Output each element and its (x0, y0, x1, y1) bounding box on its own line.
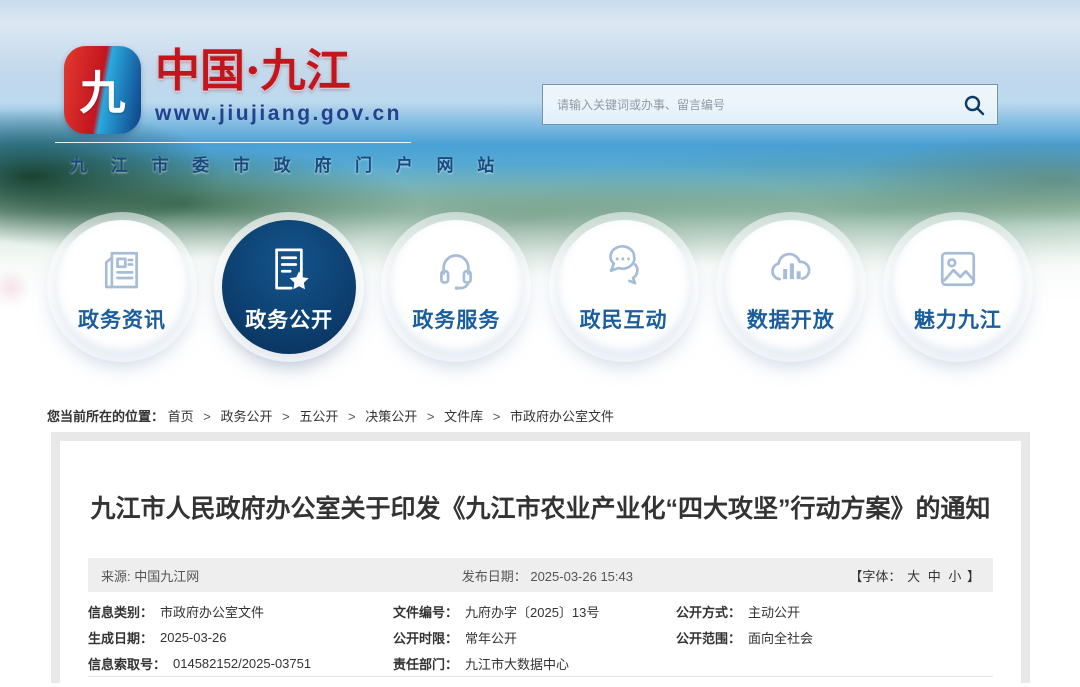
nav-item-label: 政民互动 (580, 304, 668, 334)
cloud-chart-icon (763, 240, 819, 296)
document-star-icon (262, 240, 316, 296)
meta-value: 市政府办公室文件 (160, 602, 264, 621)
nav-item-label: 政务资讯 (78, 304, 166, 334)
nav-item-zhengmin-hudong[interactable]: 政民互动 (557, 220, 691, 354)
font-widget-suffix: 】 (967, 569, 980, 584)
meta-cell-disclosure-period: 公开时限： 常年公开 (393, 628, 676, 647)
document-meta-table: 信息类别： 市政府办公室文件 文件编号： 九府办字〔2025〕13号 公开方式：… (88, 592, 993, 677)
logo-texts: 中国·九江 www.jiujiang.gov.cn (155, 46, 402, 126)
meta-label: 公开范围： (676, 628, 741, 647)
breadcrumb-label: 您当前所在的位置： (47, 409, 164, 424)
meta-value: 014582152/2025-03751 (173, 656, 311, 671)
meta-row: 生成日期： 2025-03-26 公开时限： 常年公开 公开范围： 面向全社会 (88, 624, 993, 650)
header-divider (55, 142, 411, 143)
meta-label: 文件编号： (393, 602, 458, 621)
nav-item-meili-jiujiang[interactable]: 魅力九江 (891, 220, 1025, 354)
breadcrumb-item-current[interactable]: 市政府办公室文件 (510, 409, 614, 424)
search-input[interactable] (543, 85, 951, 124)
breadcrumb-separator: > (493, 409, 501, 424)
meta-row: 信息类别： 市政府办公室文件 文件编号： 九府办字〔2025〕13号 公开方式：… (88, 598, 993, 624)
nav-item-shuju-kaifang[interactable]: 数据开放 (724, 220, 858, 354)
search-bar (542, 84, 998, 125)
source-label: 来源: (101, 569, 131, 584)
source-value: 中国九江网 (134, 569, 199, 584)
site-logo[interactable]: 九 中国·九江 www.jiujiang.gov.cn (64, 46, 402, 134)
meta-value: 九江市大数据中心 (465, 654, 569, 673)
meta-label: 信息类别： (88, 602, 153, 621)
breadcrumb-item-juece-gongkai[interactable]: 决策公开 (365, 409, 417, 424)
logo-glyph: 九 (64, 46, 141, 134)
meta-value: 2025-03-26 (160, 630, 227, 645)
meta-cell-disclosure-scope: 公开范围： 面向全社会 (676, 628, 993, 647)
nav-item-label: 数据开放 (747, 304, 835, 334)
publish-value: 2025-03-26 15:43 (530, 569, 633, 584)
meta-label: 责任部门： (393, 654, 458, 673)
site-url: www.jiujiang.gov.cn (155, 102, 402, 126)
breadcrumb-item-zhengwu-gongkai[interactable]: 政务公开 (221, 409, 273, 424)
meta-value: 主动公开 (748, 602, 800, 621)
meta-label: 公开时限： (393, 628, 458, 647)
meta-value: 九府办字〔2025〕13号 (465, 602, 599, 621)
search-button[interactable] (951, 85, 997, 124)
article-title: 九江市人民政府办公室关于印发《九江市农业产业化“四大攻坚”行动方案》的通知 (88, 493, 993, 526)
main-nav: 政务资讯 政务公开 (0, 220, 1080, 354)
breadcrumb-item-home[interactable]: 首页 (168, 409, 194, 424)
breadcrumb-item-wenjianku[interactable]: 文件库 (444, 409, 483, 424)
newspaper-icon (95, 240, 149, 296)
font-size-large-button[interactable]: 大 (907, 569, 920, 584)
font-size-medium-button[interactable]: 中 (928, 569, 941, 584)
breadcrumb: 您当前所在的位置： 首页 > 政务公开 > 五公开 > 决策公开 > 文件库 >… (0, 392, 1080, 432)
nav-item-zhengwu-zixun[interactable]: 政务资讯 (55, 220, 189, 354)
breadcrumb-separator: > (427, 409, 435, 424)
meta-cell-info-category: 信息类别： 市政府办公室文件 (88, 602, 393, 621)
photo-icon (931, 240, 985, 296)
nav-item-label: 政务公开 (245, 304, 333, 334)
meta-row: 信息索取号： 014582152/2025-03751 责任部门： 九江市大数据… (88, 650, 993, 676)
breadcrumb-separator: > (282, 409, 290, 424)
site-name: 中国·九江 (155, 46, 402, 96)
publish-label: 发布日期： (462, 569, 527, 584)
meta-cell-disclosure-method: 公开方式： 主动公开 (676, 602, 993, 621)
chat-bubbles-icon (597, 240, 651, 296)
meta-label: 公开方式： (676, 602, 741, 621)
nav-item-zhengwu-gongkai[interactable]: 政务公开 (222, 220, 356, 354)
meta-value: 常年公开 (465, 628, 517, 647)
site-tagline: 九 江 市 委 市 政 府 门 户 网 站 (70, 151, 504, 176)
font-widget-prefix: 【字体： (849, 569, 901, 584)
header-banner: 九 中国·九江 www.jiujiang.gov.cn 九 江 市 委 市 政 … (0, 0, 1080, 392)
meta-value: 面向全社会 (748, 628, 813, 647)
font-size-control: 【字体： 大 中 小 】 (849, 566, 993, 585)
article-box: 九江市人民政府办公室关于印发《九江市农业产业化“四大攻坚”行动方案》的通知 来源… (51, 432, 1030, 683)
nav-item-label: 政务服务 (412, 304, 500, 334)
meta-label: 生成日期： (88, 628, 153, 647)
meta-cell-responsible-dept: 责任部门： 九江市大数据中心 (393, 654, 676, 673)
article-publish-date: 发布日期： 2025-03-26 15:43 (462, 566, 633, 585)
page: 九 中国·九江 www.jiujiang.gov.cn 九 江 市 委 市 政 … (0, 0, 1080, 687)
breadcrumb-item-wugongkai[interactable]: 五公开 (299, 409, 338, 424)
meta-cell-doc-number: 文件编号： 九府办字〔2025〕13号 (393, 602, 676, 621)
headset-icon (429, 240, 483, 296)
meta-cell-create-date: 生成日期： 2025-03-26 (88, 628, 393, 647)
nav-item-label: 魅力九江 (914, 304, 1002, 334)
article-meta-bar: 来源: 中国九江网 发布日期： 2025-03-26 15:43 【字体： 大 … (88, 558, 993, 592)
meta-label: 信息索取号： (88, 654, 166, 673)
breadcrumb-separator: > (203, 409, 211, 424)
meta-cell-index-number: 信息索取号： 014582152/2025-03751 (88, 654, 393, 673)
nav-item-zhengwu-fuwu[interactable]: 政务服务 (389, 220, 523, 354)
article-source: 来源: 中国九江网 (88, 566, 199, 585)
search-icon (962, 93, 986, 117)
font-size-small-button[interactable]: 小 (948, 569, 961, 584)
breadcrumb-separator: > (348, 409, 356, 424)
site-logo-icon: 九 (64, 46, 141, 134)
